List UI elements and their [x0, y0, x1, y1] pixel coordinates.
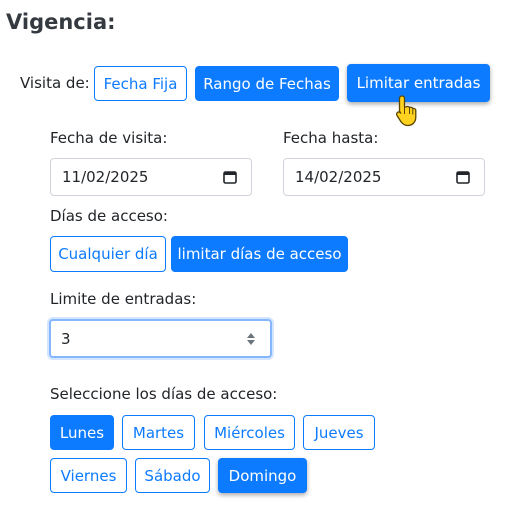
spinner-arrows-icon[interactable] [246, 331, 256, 347]
date-to-label: Fecha hasta: [283, 129, 379, 147]
entries-limit-input[interactable]: 3 [49, 319, 272, 358]
section-title: Vigencia: [6, 10, 116, 34]
entries-limit-value: 3 [61, 329, 71, 348]
date-from-value: 11/02/2025 [62, 168, 149, 186]
access-days-label: Días de acceso: [50, 207, 168, 225]
date-from-input[interactable]: 11/02/2025 [50, 158, 252, 196]
date-to-input[interactable]: 14/02/2025 [283, 158, 485, 196]
calendar-icon[interactable] [223, 170, 237, 184]
limitar-dias-button[interactable]: limitar días de acceso [171, 236, 348, 272]
entries-limit-label: Limite de entradas: [50, 290, 197, 308]
visit-type-label: Visita de: [20, 74, 90, 92]
day-button-domingo[interactable]: Domingo [218, 458, 307, 493]
day-button-martes[interactable]: Martes [122, 415, 195, 450]
day-button-sabado[interactable]: Sábado [135, 458, 210, 493]
day-button-viernes[interactable]: Viernes [50, 458, 127, 493]
hand-pointer-icon [395, 95, 417, 127]
fecha-fija-button[interactable]: Fecha Fija [94, 66, 187, 101]
day-button-lunes[interactable]: Lunes [50, 415, 114, 450]
rango-de-fechas-button[interactable]: Rango de Fechas [195, 66, 339, 101]
day-select-label: Seleccione los días de acceso: [50, 385, 278, 403]
date-to-value: 14/02/2025 [295, 168, 382, 186]
day-button-jueves[interactable]: Jueves [303, 415, 375, 450]
calendar-icon[interactable] [456, 170, 470, 184]
date-from-label: Fecha de visita: [50, 129, 168, 147]
cualquier-dia-button[interactable]: Cualquier día [50, 236, 166, 272]
day-button-miercoles[interactable]: Miércoles [204, 415, 295, 450]
